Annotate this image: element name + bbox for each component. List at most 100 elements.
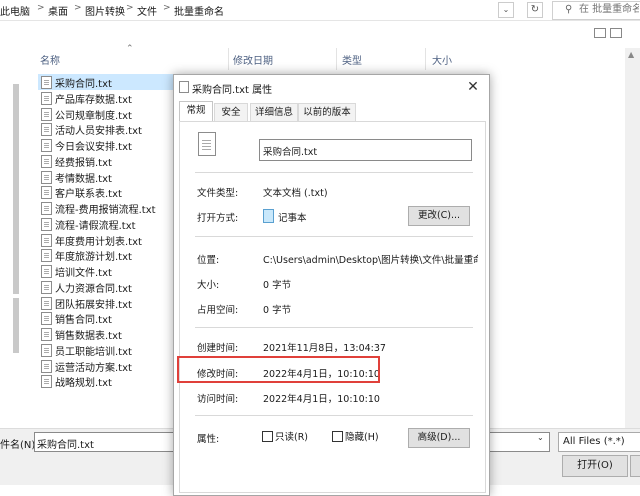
search-input[interactable]	[579, 3, 639, 16]
file-row[interactable]: 考情数据.txt	[38, 169, 173, 185]
filename-label: 件名(N):	[0, 440, 39, 451]
location-label: 位置:	[197, 255, 220, 266]
file-icon	[41, 328, 52, 341]
file-name: 客户联系表.txt	[55, 189, 122, 201]
file-row[interactable]: 流程-请假流程.txt	[38, 216, 173, 232]
breadcrumb-files[interactable]: 文件	[137, 3, 157, 18]
properties-dialog: 采购合同.txt 属性 ✕ 常规 安全 详细信息 以前的版本 采购合同.txt …	[173, 74, 490, 496]
column-name[interactable]: 名称	[40, 52, 60, 67]
filename-field[interactable]: 采购合同.txt	[259, 139, 472, 161]
dialog-title: 采购合同.txt 属性	[192, 85, 273, 96]
breadcrumb-desktop[interactable]: 桌面	[48, 3, 68, 18]
file-name: 年度旅游计划.txt	[55, 252, 132, 264]
file-row[interactable]: 人力资源合同.txt	[38, 279, 173, 295]
file-icon	[41, 202, 52, 215]
file-row[interactable]: 采购合同.txt	[38, 74, 173, 90]
file-row[interactable]: 销售数据表.txt	[38, 326, 173, 342]
breadcrumb-separator: >	[126, 3, 134, 13]
chevron-down-icon[interactable]: ⌄	[498, 2, 514, 18]
column-size[interactable]: 大小	[432, 52, 452, 67]
open-button[interactable]: 打开(O)	[562, 455, 628, 477]
notepad-icon	[263, 209, 274, 223]
navigation-scrollbar-thumb[interactable]	[13, 298, 19, 353]
readonly-label[interactable]: 只读(R)	[275, 429, 308, 443]
breadcrumb-batch-rename[interactable]: 批量重命名	[174, 3, 224, 18]
file-icon	[41, 359, 52, 373]
close-icon[interactable]: ✕	[461, 77, 485, 97]
divider	[195, 415, 473, 416]
column-divider[interactable]	[425, 48, 426, 70]
filename-field-value: 采购合同.txt	[263, 147, 318, 158]
tab-general[interactable]: 常规	[179, 101, 213, 122]
highlight-box	[177, 356, 380, 383]
file-icon	[179, 81, 189, 93]
file-row[interactable]: 团队拓展安排.txt	[38, 295, 173, 311]
file-type-filter[interactable]: All Files (*.*)	[558, 432, 640, 452]
file-row[interactable]: 销售合同.txt	[38, 310, 173, 326]
file-row[interactable]: 运营活动方案.txt	[38, 358, 173, 374]
file-name: 经费报销.txt	[55, 157, 112, 169]
advanced-button[interactable]: 高级(D)...	[408, 428, 470, 448]
file-row[interactable]: 公司规章制度.txt	[38, 106, 173, 122]
column-divider[interactable]	[336, 48, 337, 70]
disk-size-label: 占用空间:	[197, 305, 239, 316]
file-row[interactable]: 员工职能培训.txt	[38, 342, 173, 358]
file-row[interactable]: 年度费用计划表.txt	[38, 232, 173, 248]
file-name: 活动人员安排表.txt	[55, 126, 142, 138]
file-icon	[41, 233, 52, 247]
file-name: 销售数据表.txt	[55, 331, 122, 342]
column-divider[interactable]	[228, 48, 229, 70]
readonly-checkbox[interactable]	[262, 431, 273, 442]
search-box[interactable]: ⚲	[552, 1, 640, 20]
opens-with-value: 记事本	[278, 213, 307, 224]
location-value: C:\Users\admin\Desktop\图片转换\文件\批量重命名	[263, 255, 478, 266]
file-row[interactable]: 年度旅游计划.txt	[38, 247, 173, 263]
change-button[interactable]: 更改(C)...	[408, 206, 470, 226]
file-icon	[41, 343, 52, 357]
breadcrumb-separator: >	[163, 3, 171, 13]
breadcrumb-image-convert[interactable]: 图片转换	[85, 3, 125, 18]
column-headers: ⌃ 名称 修改日期 类型 大小	[0, 44, 640, 70]
tab-details[interactable]: 详细信息	[250, 103, 298, 121]
file-row[interactable]: 经费报销.txt	[38, 153, 173, 169]
file-icon	[41, 375, 52, 389]
refresh-icon[interactable]: ↻	[527, 2, 543, 18]
file-row[interactable]: 流程-费用报销流程.txt	[38, 200, 173, 216]
address-bar[interactable]: 此电脑 > 桌面 > 图片转换 > 文件 > 批量重命名	[0, 0, 640, 21]
file-icon	[41, 217, 52, 231]
dialog-titlebar[interactable]: 采购合同.txt 属性 ✕	[174, 75, 489, 99]
file-name: 年度费用计划表.txt	[55, 236, 142, 248]
file-type-label: 文件类型:	[197, 188, 239, 199]
file-row[interactable]: 活动人员安排表.txt	[38, 121, 173, 137]
file-row[interactable]: 客户联系表.txt	[38, 184, 173, 200]
cancel-button[interactable]	[630, 455, 640, 477]
tab-previous-versions[interactable]: 以前的版本	[298, 103, 356, 121]
breadcrumb-this-pc[interactable]: 此电脑	[0, 3, 30, 18]
file-row[interactable]: 产品库存数据.txt	[38, 90, 173, 106]
accessed-label: 访问时间:	[197, 394, 239, 405]
column-modified[interactable]: 修改日期	[233, 52, 273, 67]
hidden-checkbox[interactable]	[332, 431, 343, 442]
navigation-scrollbar-thumb[interactable]	[13, 84, 19, 294]
file-row[interactable]: 培训文件.txt	[38, 263, 173, 279]
file-row[interactable]: 今日会议安排.txt	[38, 137, 173, 153]
divider	[195, 236, 473, 237]
file-name: 销售合同.txt	[55, 315, 112, 327]
tab-security[interactable]: 安全	[214, 103, 248, 121]
file-name: 员工职能培训.txt	[55, 346, 132, 358]
column-type[interactable]: 类型	[342, 52, 362, 67]
chevron-down-icon[interactable]: ⌄	[537, 433, 544, 442]
general-tab-panel: 采购合同.txt 文件类型: 文本文档 (.txt) 打开方式: 记事本 更改(…	[179, 121, 486, 493]
file-icon	[41, 91, 52, 105]
file-icon	[41, 154, 52, 168]
view-details-icon[interactable]	[594, 28, 606, 38]
file-icon	[41, 139, 52, 152]
vertical-scrollbar[interactable]: ▲	[625, 48, 640, 428]
view-list-icon[interactable]	[610, 28, 622, 38]
file-name: 公司规章制度.txt	[55, 110, 132, 122]
file-row[interactable]: 战略规划.txt	[38, 373, 173, 389]
file-type-value: 文本文档 (.txt)	[263, 188, 328, 199]
file-name: 今日会议安排.txt	[55, 142, 132, 153]
scroll-up-icon[interactable]: ▲	[628, 50, 634, 59]
hidden-label[interactable]: 隐藏(H)	[345, 429, 379, 443]
